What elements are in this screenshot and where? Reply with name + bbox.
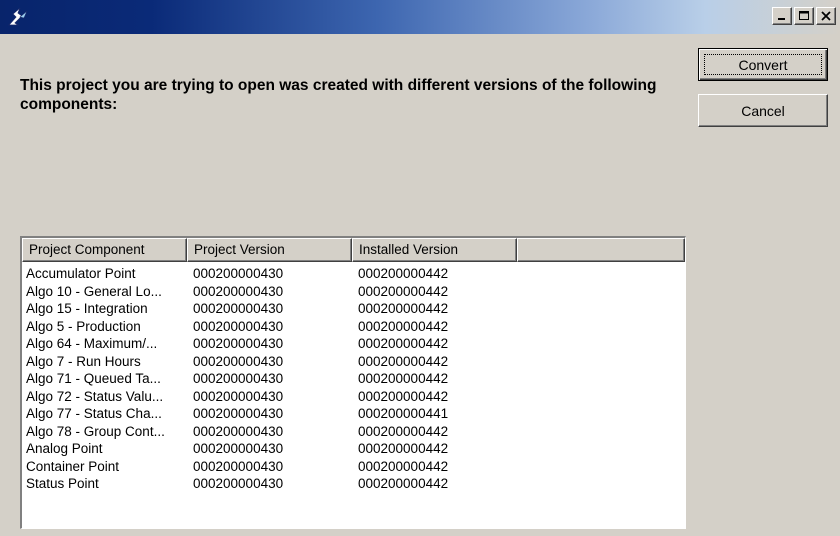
cell-project-version: 000200000430 bbox=[193, 388, 284, 404]
cell-project-version: 000200000430 bbox=[193, 441, 284, 456]
close-button[interactable] bbox=[816, 7, 836, 25]
cell-project-component: Algo 71 - Queued Ta... bbox=[26, 371, 161, 386]
cell-installed-version: 000200000442 bbox=[358, 423, 449, 439]
cell-project-version: 000200000430 bbox=[193, 423, 284, 439]
maximize-button[interactable] bbox=[794, 7, 814, 25]
dialog-message: This project you are trying to open was … bbox=[20, 77, 657, 113]
cell-project-version: 000200000430 bbox=[193, 353, 284, 369]
table-row[interactable]: Algo 10 - General Lo... 000200000430 00020… bbox=[22, 283, 685, 301]
cell-project-component: Algo 10 - General Lo... bbox=[26, 283, 162, 299]
cell-installed-version: 000200000442 bbox=[358, 301, 449, 316]
minimize-button[interactable] bbox=[772, 7, 792, 25]
cell-project-component: Algo 77 - Status Cha... bbox=[26, 406, 162, 421]
table-row[interactable]: Algo 72 - Status Valu... 000200000430 0002… bbox=[22, 388, 685, 406]
focus-rectangle bbox=[704, 54, 822, 75]
column-header-installed-version[interactable]: Installed Version bbox=[352, 238, 517, 262]
cell-project-version: 000200000430 bbox=[193, 266, 284, 281]
cell-project-version: 000200000430 bbox=[193, 371, 284, 386]
cancel-button-label: Cancel bbox=[741, 102, 785, 119]
table-row[interactable]: Algo 5 - Production 000200000430 000200000… bbox=[22, 318, 685, 336]
cell-installed-version: 000200000442 bbox=[358, 318, 449, 334]
table-row[interactable]: Algo 71 - Queued Ta... 000200000430 000200… bbox=[22, 370, 685, 388]
list-body: Accumulator Point 000200000430 00020000044… bbox=[22, 262, 685, 493]
cell-installed-version: 000200000442 bbox=[358, 266, 449, 281]
cell-installed-version: 000200000442 bbox=[358, 476, 449, 491]
cell-project-version: 000200000430 bbox=[193, 406, 284, 421]
cell-installed-version: 000200000442 bbox=[358, 441, 449, 456]
cell-project-component: Accumulator Point bbox=[26, 266, 136, 281]
cell-project-component: Algo 5 - Production bbox=[26, 318, 141, 334]
table-row[interactable]: Container Point 000200000430 000200000442 bbox=[22, 458, 685, 476]
table-row[interactable]: Algo 7 - Run Hours 000200000430 0002000004… bbox=[22, 353, 685, 371]
table-row[interactable]: Analog Point 000200000430 000200000442 bbox=[22, 440, 685, 458]
window-controls bbox=[772, 7, 836, 25]
table-row[interactable]: Status Point 000200000430 000200000442 bbox=[22, 475, 685, 493]
cell-installed-version: 000200000442 bbox=[358, 336, 449, 351]
column-header-empty[interactable] bbox=[517, 238, 685, 262]
cell-project-version: 000200000430 bbox=[193, 318, 284, 334]
table-row[interactable]: Algo 15 - Integration 000200000430 0002000… bbox=[22, 300, 685, 318]
cell-installed-version: 000200000442 bbox=[358, 458, 449, 474]
cell-installed-version: 000200000441 bbox=[358, 406, 449, 421]
table-row[interactable]: Algo 64 - Maximum/... 000200000430 0002000… bbox=[22, 335, 685, 353]
cell-project-version: 000200000430 bbox=[193, 458, 284, 474]
cell-project-version: 000200000430 bbox=[193, 336, 284, 351]
table-row[interactable]: Algo 78 - Group Cont... 000200000430 00020… bbox=[22, 423, 685, 441]
convert-dialog: This project you are trying to open was … bbox=[0, 0, 840, 536]
cell-project-component: Algo 72 - Status Valu... bbox=[26, 388, 164, 404]
cell-installed-version: 000200000442 bbox=[358, 353, 449, 369]
column-header-project-version[interactable]: Project Version bbox=[187, 238, 352, 262]
title-bar[interactable] bbox=[0, 0, 840, 34]
convert-button[interactable]: Convert bbox=[698, 48, 828, 81]
cell-project-component: Status Point bbox=[26, 476, 99, 491]
cell-project-component: Analog Point bbox=[26, 441, 103, 456]
table-row[interactable]: Algo 77 - Status Cha... 000200000430 00020… bbox=[22, 405, 685, 423]
table-row[interactable]: Accumulator Point 000200000430 00020000044… bbox=[22, 265, 685, 283]
components-list[interactable]: Project Component Project Version Instal… bbox=[20, 236, 686, 529]
cell-project-version: 000200000430 bbox=[193, 301, 284, 316]
cell-project-component: Algo 7 - Run Hours bbox=[26, 353, 141, 369]
cell-project-component: Algo 64 - Maximum/... bbox=[26, 336, 158, 351]
cancel-button[interactable]: Cancel bbox=[698, 94, 828, 127]
column-header-project-component[interactable]: Project Component bbox=[22, 238, 187, 262]
cell-project-component: Container Point bbox=[26, 458, 120, 474]
cell-installed-version: 000200000442 bbox=[358, 283, 449, 299]
cell-project-version: 000200000430 bbox=[193, 476, 284, 491]
list-header: Project Component Project Version Instal… bbox=[22, 238, 685, 262]
cell-project-version: 000200000430 bbox=[193, 283, 284, 299]
close-icon bbox=[821, 11, 831, 21]
cell-installed-version: 000200000442 bbox=[358, 388, 449, 404]
app-icon bbox=[8, 7, 28, 26]
minimize-icon bbox=[778, 18, 785, 20]
cell-project-component: Algo 78 - Group Cont... bbox=[26, 423, 165, 439]
maximize-icon bbox=[799, 11, 809, 20]
cell-installed-version: 000200000442 bbox=[358, 371, 449, 386]
cell-project-component: Algo 15 - Integration bbox=[26, 301, 148, 316]
